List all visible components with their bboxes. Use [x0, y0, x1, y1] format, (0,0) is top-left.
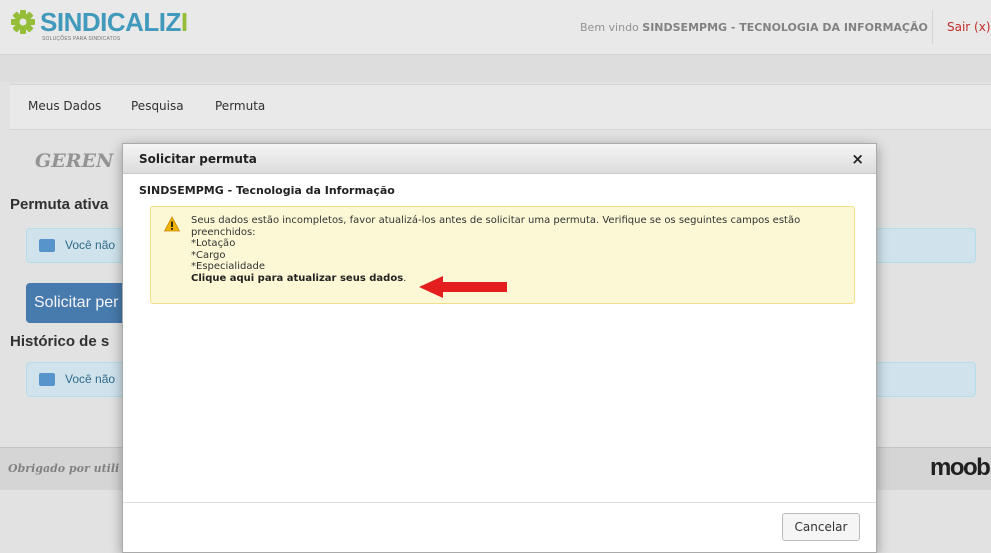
red-arrow-icon: [419, 276, 507, 298]
alert-line-2: preenchidos:: [191, 226, 256, 238]
alert-link-line: Clique aqui para atualizar seus dados.: [191, 273, 841, 285]
update-data-link[interactable]: Clique aqui para atualizar seus dados: [191, 273, 403, 284]
dialog-subtitle: SINDSEMPMG - Tecnologia da Informação: [139, 184, 395, 197]
missing-field-cargo: *Cargo: [191, 249, 226, 261]
missing-field-lotacao: *Lotação: [191, 238, 236, 249]
dialog-footer: Cancelar: [123, 502, 876, 552]
dialog-header: Solicitar permuta ×: [123, 144, 876, 174]
dialog-title: Solicitar permuta: [139, 152, 257, 166]
missing-field-especialidade: *Especialidade: [191, 261, 265, 272]
warning-icon: [164, 216, 180, 232]
cancel-button[interactable]: Cancelar: [782, 513, 860, 541]
request-permuta-dialog: Solicitar permuta × SINDSEMPMG - Tecnolo…: [122, 143, 877, 553]
alert-message: Seus dados estão incompletos, favor atua…: [191, 215, 841, 284]
alert-link-suffix: .: [403, 272, 407, 284]
alert-line-1: Seus dados estão incompletos, favor atua…: [191, 215, 801, 226]
close-icon[interactable]: ×: [851, 150, 864, 168]
